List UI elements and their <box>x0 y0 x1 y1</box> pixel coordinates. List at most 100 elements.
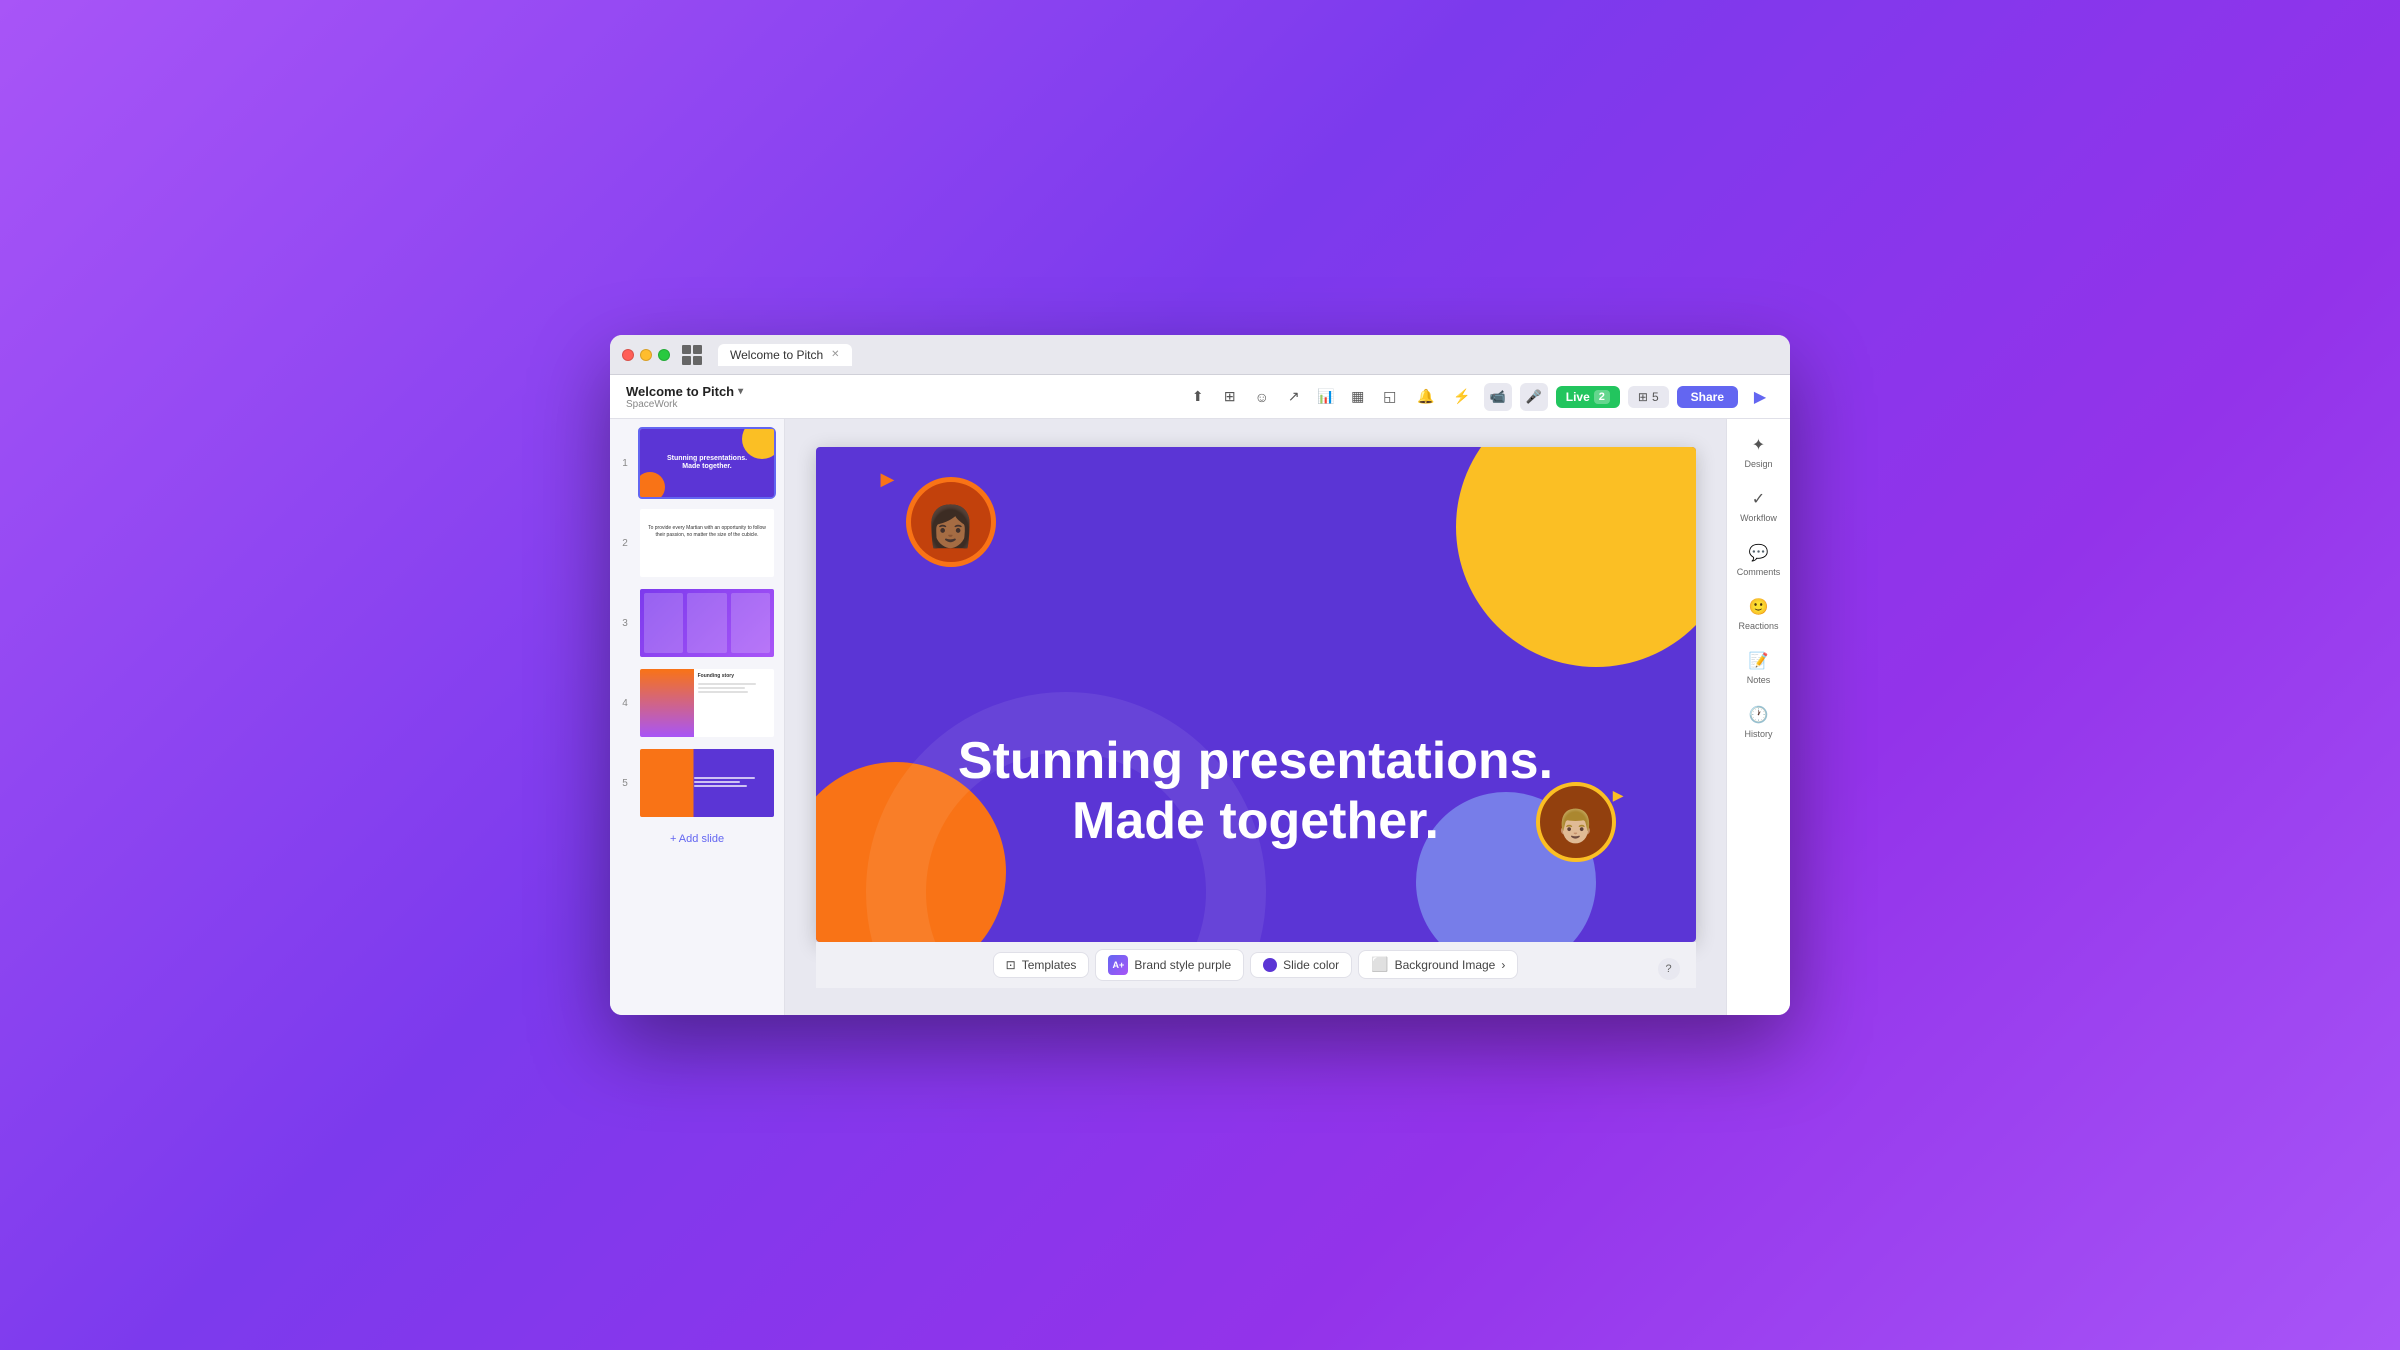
slide-thumb-2[interactable]: 2 To provide every Martian with an oppor… <box>618 507 776 579</box>
notes-label: Notes <box>1747 675 1771 685</box>
slide-headline[interactable]: Stunning presentations. Made together. <box>876 732 1636 852</box>
help-button[interactable]: ? <box>1658 958 1680 980</box>
table-btn[interactable]: ▦ <box>1344 383 1372 411</box>
tab-label: Welcome to Pitch <box>730 348 823 362</box>
presentation-title-section: Welcome to Pitch ▾ SpaceWork <box>626 384 1176 410</box>
content-area: 1 Stunning presentations.Made together. … <box>610 419 1790 1015</box>
active-tab[interactable]: Welcome to Pitch ✕ <box>718 344 852 366</box>
slide-preview-1[interactable]: Stunning presentations.Made together. <box>638 427 776 499</box>
close-button[interactable] <box>622 349 634 361</box>
lightning-icon[interactable]: ⚡ <box>1448 383 1476 411</box>
chevron-right-icon: › <box>1501 958 1505 972</box>
tab-close-icon[interactable]: ✕ <box>831 349 839 360</box>
reactions-icon: 🙂 <box>1749 597 1769 617</box>
slide-preview-2[interactable]: To provide every Martian with an opportu… <box>638 507 776 579</box>
sidebar-tool-reactions[interactable]: 🙂 Reactions <box>1733 589 1785 639</box>
emoji-btn[interactable]: ☺ <box>1248 383 1276 411</box>
microphone-button[interactable]: 🎤 <box>1520 383 1548 411</box>
slides-count-num: 5 <box>1652 390 1659 404</box>
link-btn[interactable]: ↗ <box>1280 383 1308 411</box>
play-presentation-button[interactable]: ▶ <box>1746 383 1774 411</box>
add-slide-button[interactable]: + Add slide <box>618 827 776 851</box>
minimize-button[interactable] <box>640 349 652 361</box>
cursor-top: ▶ <box>881 469 895 490</box>
slide-color-dot <box>1263 958 1277 972</box>
sidebar-tool-notes[interactable]: 📝 Notes <box>1733 643 1785 693</box>
embed-btn[interactable]: ◱ <box>1376 383 1404 411</box>
reactions-label: Reactions <box>1738 621 1778 631</box>
upload-btn[interactable]: ⬆ <box>1184 383 1212 411</box>
design-icon: ✦ <box>1752 435 1765 455</box>
slide-line-1: Stunning presentations. <box>876 732 1636 792</box>
background-image-icon: ⬜ <box>1371 956 1388 973</box>
brand-style-icon: A+ <box>1108 955 1128 975</box>
chevron-down-icon[interactable]: ▾ <box>738 386 743 397</box>
yellow-circle-decoration <box>1456 447 1696 667</box>
slide-thumb-1[interactable]: 1 Stunning presentations.Made together. <box>618 427 776 499</box>
slides-count-button[interactable]: ⊞ 5 <box>1628 386 1669 408</box>
brand-style-button[interactable]: A+ Brand style purple <box>1095 949 1244 981</box>
slide-number-2: 2 <box>618 538 632 549</box>
video-button[interactable]: 📹 <box>1484 383 1512 411</box>
chart-btn[interactable]: 📊 <box>1312 383 1340 411</box>
slide-preview-3[interactable] <box>638 587 776 659</box>
slide-preview-5[interactable] <box>638 747 776 819</box>
toolbar-center: ⬆ ⊞ ☺ ↗ 📊 ▦ ◱ <box>1184 383 1404 411</box>
avatar-bottom-right: 👨🏼 <box>1536 782 1616 862</box>
workflow-icon: ✓ <box>1752 489 1765 509</box>
templates-icon: ⊡ <box>1006 958 1016 972</box>
share-button[interactable]: Share <box>1677 386 1738 408</box>
slide-number-5: 5 <box>618 778 632 789</box>
notes-icon: 📝 <box>1749 651 1769 671</box>
sidebar-tool-history[interactable]: 🕐 History <box>1733 697 1785 747</box>
background-image-button[interactable]: ⬜ Background Image › <box>1358 950 1518 979</box>
slide-number-1: 1 <box>618 458 632 469</box>
workspace-name: SpaceWork <box>626 399 1176 410</box>
background-image-label: Background Image <box>1395 958 1496 972</box>
templates-button[interactable]: ⊡ Templates <box>993 952 1090 978</box>
comments-label: Comments <box>1737 567 1781 577</box>
design-label: Design <box>1744 459 1772 469</box>
live-button[interactable]: Live 2 <box>1556 386 1620 408</box>
history-label: History <box>1744 729 1772 739</box>
maximize-button[interactable] <box>658 349 670 361</box>
brand-style-label: Brand style purple <box>1134 958 1231 972</box>
slide-thumb-3[interactable]: 3 <box>618 587 776 659</box>
layout-btn[interactable]: ⊞ <box>1216 383 1244 411</box>
slide-number-3: 3 <box>618 618 632 629</box>
sidebar-tool-comments[interactable]: 💬 Comments <box>1733 535 1785 585</box>
history-icon: 🕐 <box>1749 705 1769 725</box>
toolbar-right: 🔔 ⚡ 📹 🎤 Live 2 ⊞ 5 Share ▶ <box>1412 383 1774 411</box>
slide-line-2: Made together. <box>876 792 1636 852</box>
sidebar-tool-design[interactable]: ✦ Design <box>1733 427 1785 477</box>
main-toolbar: Welcome to Pitch ▾ SpaceWork ⬆ ⊞ ☺ ↗ 📊 ▦… <box>610 375 1790 419</box>
slide-number-4: 4 <box>618 698 632 709</box>
right-sidebar: ✦ Design ✓ Workflow 💬 Comments 🙂 Reactio… <box>1726 419 1790 1015</box>
traffic-lights <box>622 349 670 361</box>
slide-color-label: Slide color <box>1283 958 1339 972</box>
avatar-face-icon: 👩🏾 <box>926 503 976 550</box>
workflow-label: Workflow <box>1740 513 1777 523</box>
notifications-bell-icon[interactable]: 🔔 <box>1412 383 1440 411</box>
slide-bottom-toolbar: ⊡ Templates A+ Brand style purple Slide … <box>816 942 1696 988</box>
slides-panel: 1 Stunning presentations.Made together. … <box>610 419 785 1015</box>
slide-color-button[interactable]: Slide color <box>1250 952 1352 978</box>
comments-icon: 💬 <box>1749 543 1769 563</box>
slide-thumb-4[interactable]: 4 Founding story <box>618 667 776 739</box>
avatar-face-br-icon: 👨🏼 <box>1556 807 1596 845</box>
app-window: Welcome to Pitch ✕ Welcome to Pitch ▾ Sp… <box>610 335 1790 1015</box>
bottom-tools-container: ⊡ Templates A+ Brand style purple Slide … <box>816 949 1696 981</box>
sidebar-tool-workflow[interactable]: ✓ Workflow <box>1733 481 1785 531</box>
presentation-title[interactable]: Welcome to Pitch ▾ <box>626 384 1176 399</box>
title-bar: Welcome to Pitch ✕ <box>610 335 1790 375</box>
main-slide-area: ▶ 👩🏾 Stunning presentations. Made togeth… <box>785 419 1726 1015</box>
slide-thumb-5[interactable]: 5 <box>618 747 776 819</box>
templates-label: Templates <box>1022 958 1077 972</box>
avatar-top-left: 👩🏾 <box>906 477 996 567</box>
cursor-bottom-right: ▶ <box>1613 787 1624 804</box>
grid-icon[interactable] <box>682 345 702 365</box>
slide-preview-4[interactable]: Founding story <box>638 667 776 739</box>
slide-canvas[interactable]: ▶ 👩🏾 Stunning presentations. Made togeth… <box>816 447 1696 942</box>
live-count: 2 <box>1594 390 1610 404</box>
live-label: Live <box>1566 390 1590 404</box>
